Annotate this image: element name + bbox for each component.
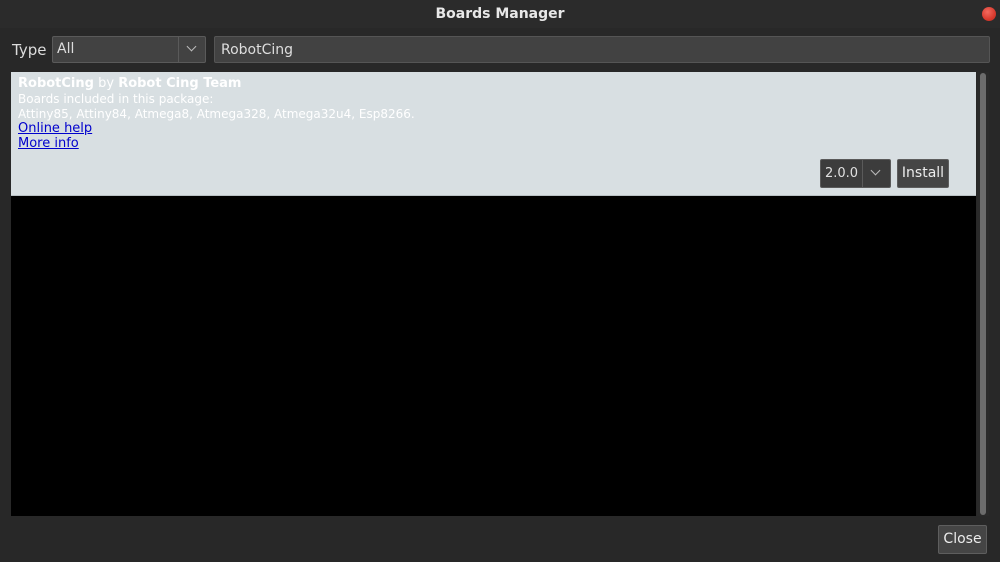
boards-list: Attiny85, Attiny84, Atmega8, Atmega328, … (18, 107, 415, 121)
boards-manager-window: Boards Manager Type All RobotCing by Rob… (0, 0, 1000, 562)
title-bar: Boards Manager (0, 0, 1000, 28)
version-dropdown[interactable]: 2.0.0 (820, 159, 891, 188)
type-dropdown[interactable]: All (52, 36, 206, 63)
package-by: by (98, 76, 115, 91)
type-dropdown-arrow[interactable] (178, 37, 205, 62)
package-name: RobotCing (18, 76, 94, 91)
chevron-down-icon (186, 41, 197, 52)
online-help-link[interactable]: Online help (18, 121, 92, 136)
window-close-icon[interactable] (982, 7, 996, 21)
package-title-line: RobotCing by Robot Cing Team (18, 76, 241, 91)
search-input[interactable] (214, 36, 990, 63)
close-button[interactable]: Close (938, 525, 987, 554)
list-scrollbar-thumb[interactable] (980, 73, 986, 515)
package-entry[interactable]: RobotCing by Robot Cing Team Boards incl… (11, 72, 976, 196)
type-label: Type (12, 41, 47, 59)
package-author: Robot Cing Team (118, 76, 242, 91)
chevron-down-icon (870, 165, 881, 176)
boards-heading: Boards included in this package: (18, 92, 214, 106)
more-info-link[interactable]: More info (18, 136, 79, 151)
install-button[interactable]: Install (897, 159, 949, 188)
window-title: Boards Manager (435, 6, 565, 22)
version-dropdown-arrow[interactable] (862, 160, 890, 187)
type-dropdown-value: All (57, 41, 75, 57)
version-dropdown-value: 2.0.0 (825, 166, 859, 181)
